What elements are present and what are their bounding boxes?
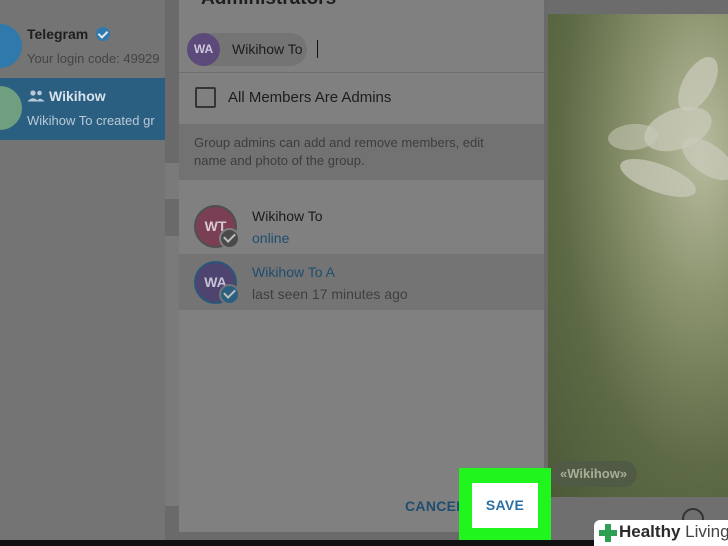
selected-admin-chip[interactable]: WA Wikihow To xyxy=(187,33,307,66)
member-name: Wikihow To xyxy=(252,208,323,224)
member-status: last seen 17 minutes ago xyxy=(252,286,408,302)
admin-search-input[interactable] xyxy=(319,36,519,62)
background-card xyxy=(165,236,179,506)
all-members-admins-label[interactable]: All Members Are Admins xyxy=(228,89,391,106)
check-icon xyxy=(219,228,240,249)
member-row[interactable]: WA Wikihow To A last seen 17 minutes ago xyxy=(179,254,544,310)
chat-tag: «Wikihow» xyxy=(550,461,638,487)
chat-title: Telegram xyxy=(27,26,111,42)
chat-avatar xyxy=(0,86,22,130)
dialog-title: Administrators xyxy=(201,0,336,10)
chat-preview: Your login code: 49929 xyxy=(27,51,160,66)
health-cross-icon xyxy=(599,524,617,542)
chat-title: Wikihow xyxy=(49,88,106,104)
chip-label: Wikihow To xyxy=(232,41,303,57)
administrators-dialog: Administrators WA Wikihow To All Members… xyxy=(179,0,544,532)
cancel-button[interactable]: CANCEL xyxy=(405,498,465,514)
chat-header xyxy=(548,0,728,14)
hint-box: Group admins can add and remove members,… xyxy=(179,124,544,180)
check-icon xyxy=(219,284,240,305)
background-card xyxy=(165,163,179,199)
healthy-living-watermark: Healthy Living xyxy=(594,520,728,546)
member-status: online xyxy=(252,230,290,246)
chat-preview: Wikihow To created gr xyxy=(27,113,155,128)
verified-icon xyxy=(96,27,111,41)
chip-avatar: WA xyxy=(187,33,220,66)
group-icon xyxy=(27,90,45,102)
text-cursor xyxy=(317,40,318,58)
save-button[interactable]: SAVE xyxy=(472,483,538,528)
chat-avatar xyxy=(0,24,22,68)
all-members-admins-checkbox[interactable] xyxy=(195,87,216,108)
member-row[interactable]: WT Wikihow To online xyxy=(179,198,544,254)
chat-background-photo xyxy=(548,14,728,497)
member-name: Wikihow To A xyxy=(252,264,335,280)
chat-sidebar: Telegram Your login code: 49929 Wikihow … xyxy=(0,0,165,546)
divider xyxy=(179,72,544,73)
chat-item-wikihow[interactable]: Wikihow Wikihow To created gr xyxy=(0,78,165,140)
watermark-text: Healthy Living xyxy=(619,522,728,541)
hint-text: Group admins can add and remove members,… xyxy=(194,135,484,168)
chat-item-telegram[interactable]: Telegram Your login code: 49929 xyxy=(0,16,165,78)
